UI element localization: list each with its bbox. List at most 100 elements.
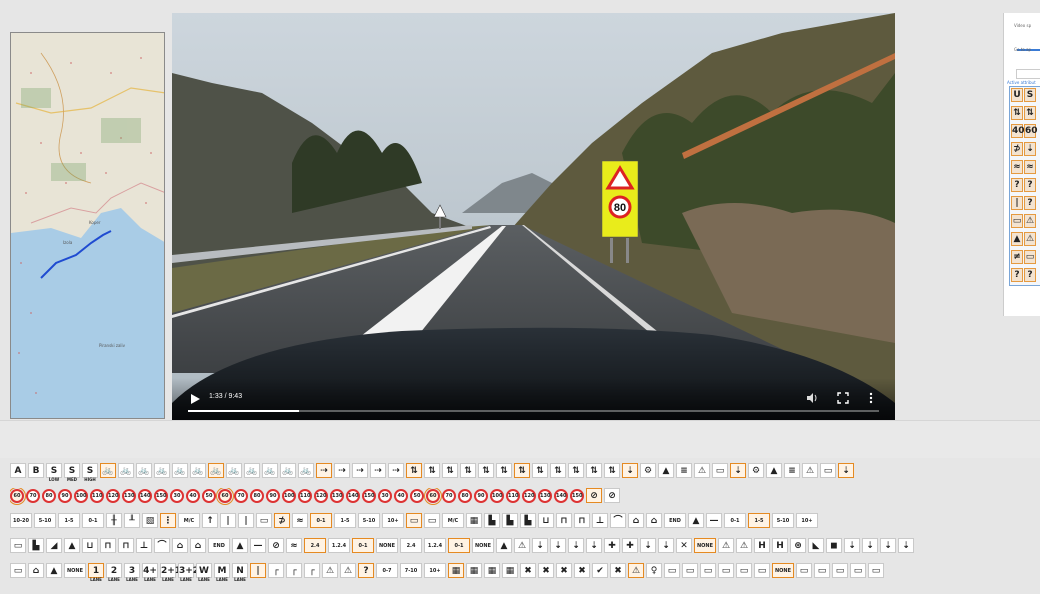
attribute-button[interactable]: ⇣ bbox=[640, 538, 656, 553]
attribute-button[interactable]: ◼ bbox=[826, 538, 842, 553]
active-attr-button[interactable]: ≠ bbox=[1011, 250, 1023, 264]
attribute-button[interactable]: 60 bbox=[424, 488, 442, 505]
active-attr-button[interactable]: ≈ bbox=[1011, 160, 1023, 174]
attribute-button[interactable]: ▭ bbox=[814, 563, 830, 578]
attribute-button[interactable]: ⚠ bbox=[694, 463, 710, 478]
attribute-button[interactable]: ⚠ bbox=[514, 538, 530, 553]
active-attr-button[interactable]: ? bbox=[1024, 196, 1036, 210]
attribute-button[interactable]: 1-5 bbox=[748, 513, 770, 528]
attribute-button[interactable]: M/C bbox=[442, 513, 464, 528]
attribute-button[interactable]: ⊘ bbox=[604, 488, 620, 503]
attribute-button[interactable]: 70 bbox=[234, 489, 248, 503]
attribute-button[interactable]: 5-10 bbox=[358, 513, 380, 528]
attribute-button[interactable]: 110 bbox=[506, 489, 520, 503]
attribute-button[interactable]: H bbox=[754, 538, 770, 553]
active-attr-button[interactable]: ▭ bbox=[1024, 250, 1036, 264]
attribute-button[interactable]: ⚙ bbox=[748, 463, 764, 478]
attribute-button[interactable]: ⇅ bbox=[604, 463, 620, 478]
attribute-button[interactable]: ▭ bbox=[754, 563, 770, 578]
attribute-button[interactable]: W LANE bbox=[196, 563, 212, 581]
attribute-button[interactable]: 0-1 bbox=[724, 513, 746, 528]
attribute-button[interactable]: 60 bbox=[10, 488, 26, 505]
attribute-button[interactable]: 4+ LANE bbox=[142, 563, 158, 581]
attribute-button[interactable]: ⇢ bbox=[316, 463, 332, 478]
attribute-button[interactable]: ▭ bbox=[868, 563, 884, 578]
active-attr-button[interactable]: ⇣ bbox=[1024, 142, 1036, 156]
attribute-button[interactable]: ≈ bbox=[292, 513, 308, 528]
attribute-button[interactable]: ≡ bbox=[676, 463, 692, 478]
attribute-button[interactable]: ┌ bbox=[304, 563, 320, 578]
attribute-button[interactable]: ♀ bbox=[646, 563, 662, 578]
active-attr-button[interactable]: S bbox=[1024, 88, 1036, 102]
play-icon[interactable] bbox=[188, 392, 202, 406]
attribute-button[interactable]: 90 bbox=[266, 489, 280, 503]
attribute-button[interactable]: ⊛ bbox=[790, 538, 806, 553]
attribute-button[interactable]: ▦ bbox=[448, 563, 464, 578]
attribute-button[interactable]: 0-1 bbox=[82, 513, 104, 528]
attribute-button[interactable]: 3 LANE bbox=[124, 563, 140, 581]
attribute-button[interactable]: 40 bbox=[394, 489, 408, 503]
attribute-button[interactable]: 80 bbox=[458, 489, 472, 503]
attribute-button[interactable]: END bbox=[664, 513, 686, 528]
attribute-button[interactable]: ▭ bbox=[664, 563, 680, 578]
active-attr-button[interactable]: ⇅ bbox=[1024, 106, 1036, 120]
attribute-button[interactable]: NONE bbox=[772, 563, 794, 578]
attribute-button[interactable]: ▭ bbox=[736, 563, 752, 578]
attribute-button[interactable]: 10+ bbox=[796, 513, 818, 528]
attribute-button[interactable]: 1 LANE bbox=[88, 563, 104, 581]
attribute-button[interactable]: ⇣ bbox=[862, 538, 878, 553]
attribute-button[interactable]: 30 bbox=[378, 489, 392, 503]
attribute-button[interactable]: ▲ bbox=[496, 538, 512, 553]
attribute-button[interactable]: ┌ bbox=[286, 563, 302, 578]
attribute-button[interactable]: ⌂ bbox=[28, 563, 44, 578]
attribute-button[interactable]: 1-5 bbox=[334, 513, 356, 528]
active-attr-button[interactable]: 40 bbox=[1011, 124, 1025, 138]
attribute-button[interactable]: 100 bbox=[282, 489, 296, 503]
attribute-button[interactable]: | bbox=[238, 513, 254, 528]
attribute-button[interactable]: — bbox=[706, 513, 722, 528]
attribute-button[interactable]: NONE bbox=[64, 563, 86, 578]
active-attr-button[interactable]: ⊅ bbox=[1011, 142, 1023, 156]
attribute-button[interactable]: 130 bbox=[330, 489, 344, 503]
attribute-button[interactable]: ⇅ bbox=[568, 463, 584, 478]
attribute-button[interactable]: 🚲 bbox=[262, 463, 278, 478]
attribute-button[interactable]: ╫ bbox=[106, 513, 122, 528]
attribute-button[interactable]: ▧ bbox=[142, 513, 158, 528]
attribute-button[interactable]: B bbox=[28, 463, 44, 478]
attribute-button[interactable]: 140 bbox=[138, 489, 152, 503]
attribute-button[interactable]: ⚠ bbox=[322, 563, 338, 578]
attribute-button[interactable]: ⊥ bbox=[136, 538, 152, 553]
attribute-button[interactable]: 0-1 bbox=[448, 538, 470, 553]
attribute-button[interactable]: ⊘ bbox=[586, 488, 602, 503]
attribute-button[interactable]: 🚲 bbox=[100, 463, 116, 478]
attribute-button[interactable]: 150 bbox=[154, 489, 168, 503]
attribute-button[interactable]: 80 bbox=[42, 489, 56, 503]
attribute-button[interactable]: ⊓ bbox=[100, 538, 116, 553]
attribute-button[interactable]: ⊓ bbox=[574, 513, 590, 528]
attribute-button[interactable]: 100 bbox=[490, 489, 504, 503]
attribute-button[interactable]: ⇢ bbox=[388, 463, 404, 478]
attribute-button[interactable]: ⚠ bbox=[802, 463, 818, 478]
attribute-button[interactable]: 130 bbox=[122, 489, 136, 503]
attribute-button[interactable]: ✔ bbox=[592, 563, 608, 578]
goto-input[interactable] bbox=[1016, 69, 1040, 79]
attribute-button[interactable]: ⇣ bbox=[658, 538, 674, 553]
attribute-button[interactable]: ↑ bbox=[202, 513, 218, 528]
active-attr-button[interactable]: U bbox=[1011, 88, 1023, 102]
attribute-button[interactable]: ⌒ bbox=[154, 538, 170, 553]
attribute-button[interactable]: END bbox=[208, 538, 230, 553]
volume-icon[interactable] bbox=[805, 391, 819, 405]
attribute-button[interactable]: 2.4 bbox=[400, 538, 422, 553]
attribute-button[interactable]: ✚ bbox=[604, 538, 620, 553]
attribute-button[interactable]: 5-10 bbox=[34, 513, 56, 528]
attribute-button[interactable]: ▙ bbox=[520, 513, 536, 528]
attribute-button[interactable]: 🚲 bbox=[154, 463, 170, 478]
attribute-button[interactable]: 1.2.4 bbox=[328, 538, 350, 553]
attribute-button[interactable]: ▦ bbox=[466, 513, 482, 528]
route-map[interactable]: Koper Izola Piranski zaliv bbox=[10, 32, 165, 419]
attribute-button[interactable]: 110 bbox=[298, 489, 312, 503]
attribute-button[interactable]: 90 bbox=[58, 489, 72, 503]
attribute-button[interactable]: 30 bbox=[170, 489, 184, 503]
attribute-button[interactable]: ◢ bbox=[46, 538, 62, 553]
active-attr-button[interactable]: ? bbox=[1011, 178, 1023, 192]
